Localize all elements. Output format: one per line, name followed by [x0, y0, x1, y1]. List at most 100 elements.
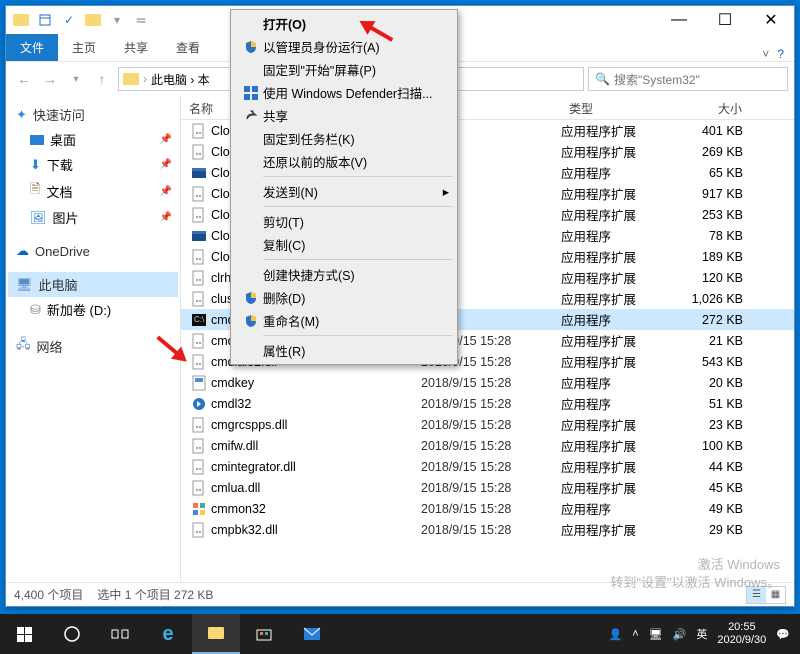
- sidebar-documents[interactable]: 🗎文档📌: [8, 177, 178, 205]
- cm-delete[interactable]: 删除(D): [233, 286, 455, 309]
- cm-open[interactable]: 打开(O): [233, 12, 455, 35]
- file-icon: [191, 291, 207, 307]
- qat-more[interactable]: ＝: [130, 9, 152, 31]
- cm-share[interactable]: 共享: [233, 104, 455, 127]
- tray-ime[interactable]: 英: [696, 626, 707, 642]
- file-type: 应用程序扩展: [561, 352, 671, 371]
- file-icon: [191, 438, 207, 454]
- file-type: 应用程序: [561, 226, 671, 245]
- cm-cut[interactable]: 剪切(T): [233, 210, 455, 233]
- file-type: 应用程序扩展: [561, 457, 671, 476]
- file-size: 253 KB: [671, 208, 751, 222]
- sidebar-desktop[interactable]: 桌面📌: [8, 127, 178, 152]
- nav-back[interactable]: ←: [12, 67, 36, 91]
- tab-home[interactable]: 主页: [58, 34, 110, 61]
- cm-properties[interactable]: 属性(R): [233, 339, 455, 362]
- file-row[interactable]: cmifw.dll2018/9/15 15:28应用程序扩展100 KB: [181, 435, 794, 456]
- cm-pin-start[interactable]: 固定到"开始"屏幕(P): [233, 58, 455, 81]
- help-icon[interactable]: ?: [777, 47, 784, 61]
- tab-view[interactable]: 查看: [162, 34, 214, 61]
- file-icon: [191, 501, 207, 517]
- cortana-button[interactable]: [48, 614, 96, 654]
- file-size: 51 KB: [671, 397, 751, 411]
- file-row[interactable]: cmlua.dll2018/9/15 15:28应用程序扩展45 KB: [181, 477, 794, 498]
- explorer-button[interactable]: [192, 614, 240, 654]
- sidebar-onedrive[interactable]: ☁OneDrive: [8, 240, 178, 262]
- maximize-button[interactable]: ☐: [702, 6, 748, 34]
- windows-icon: [17, 627, 32, 642]
- file-row[interactable]: cmgrcspps.dll2018/9/15 15:28应用程序扩展23 KB: [181, 414, 794, 435]
- file-size: 120 KB: [671, 271, 751, 285]
- col-type[interactable]: 类型: [561, 96, 671, 119]
- sidebar-quick-access[interactable]: ✦快速访问: [8, 102, 178, 127]
- qat-new-folder[interactable]: [82, 9, 104, 31]
- file-row[interactable]: cmdkey2018/9/15 15:28应用程序20 KB: [181, 372, 794, 393]
- file-type: 应用程序: [561, 373, 671, 392]
- col-size[interactable]: 大小: [671, 96, 751, 119]
- sidebar-pictures[interactable]: 🖼图片📌: [8, 205, 178, 230]
- file-icon: [191, 522, 207, 538]
- start-button[interactable]: [0, 614, 48, 654]
- taskbar-clock[interactable]: 20:55 2020/9/30: [717, 621, 766, 647]
- edge-button[interactable]: e: [144, 614, 192, 654]
- tab-file[interactable]: 文件: [6, 34, 58, 61]
- search-input[interactable]: 🔍 搜索"System32": [588, 67, 788, 91]
- file-row[interactable]: cmpbk32.dll2018/9/15 15:28应用程序扩展29 KB: [181, 519, 794, 540]
- cm-defender[interactable]: 使用 Windows Defender扫描...: [233, 81, 455, 104]
- minimize-button[interactable]: —: [656, 6, 702, 34]
- sidebar-thispc[interactable]: 🖥此电脑: [8, 272, 178, 297]
- search-icon: 🔍: [595, 72, 610, 86]
- folder-icon: [208, 627, 224, 639]
- file-size: 100 KB: [671, 439, 751, 453]
- file-row[interactable]: cmmon322018/9/15 15:28应用程序49 KB: [181, 498, 794, 519]
- cm-restore[interactable]: 还原以前的版本(V): [233, 150, 455, 173]
- store-button[interactable]: [240, 614, 288, 654]
- address-path: 此电脑 › 本: [151, 71, 210, 88]
- ribbon-chevron-icon[interactable]: ˅: [762, 47, 769, 61]
- file-row[interactable]: cmdl322018/9/15 15:28应用程序51 KB: [181, 393, 794, 414]
- nav-up[interactable]: ↑: [90, 67, 114, 91]
- close-button[interactable]: ✕: [748, 6, 794, 34]
- file-icon: [191, 207, 207, 223]
- qat-check[interactable]: ✓: [58, 9, 80, 31]
- file-size: 401 KB: [671, 124, 751, 138]
- taskview-button[interactable]: [96, 614, 144, 654]
- qat-props[interactable]: [34, 9, 56, 31]
- nav-recent[interactable]: ▾: [64, 67, 88, 91]
- cm-sendto[interactable]: 发送到(N)▸: [233, 180, 455, 203]
- file-size: 189 KB: [671, 250, 751, 264]
- file-size: 1,026 KB: [671, 292, 751, 306]
- tab-share[interactable]: 共享: [110, 34, 162, 61]
- file-icon: [191, 123, 207, 139]
- file-icon: [191, 249, 207, 265]
- folder-icon: [123, 73, 139, 85]
- file-row[interactable]: cmintegrator.dll2018/9/15 15:28应用程序扩展44 …: [181, 456, 794, 477]
- cm-rename[interactable]: 重命名(M): [233, 309, 455, 332]
- file-icon: [191, 165, 207, 181]
- file-date: 2018/9/15 15:28: [421, 481, 561, 495]
- taskbar: e 👤 ˄ 🖥 🔊 英 20:55 2020/9/30 💬: [0, 614, 800, 654]
- sidebar-newvol[interactable]: ⛁新加卷 (D:): [8, 297, 178, 322]
- file-type: 应用程序扩展: [561, 415, 671, 434]
- tray-chevron-icon[interactable]: ˄: [632, 628, 638, 640]
- tray-people-icon[interactable]: 👤: [609, 628, 623, 641]
- mail-button[interactable]: [288, 614, 336, 654]
- cm-runas[interactable]: 以管理员身份运行(A): [233, 35, 455, 58]
- cm-shortcut[interactable]: 创建快捷方式(S): [233, 263, 455, 286]
- cm-copy[interactable]: 复制(C): [233, 233, 455, 256]
- file-type: 应用程序扩展: [561, 331, 671, 350]
- file-icon: [191, 333, 207, 349]
- file-icon: [191, 417, 207, 433]
- cm-pin-taskbar[interactable]: 固定到任务栏(K): [233, 127, 455, 150]
- nav-fwd[interactable]: →: [38, 67, 62, 91]
- share-icon: [239, 109, 263, 123]
- tray-notifications-icon[interactable]: 💬: [776, 628, 790, 641]
- tray-volume-icon[interactable]: 🔊: [673, 628, 687, 641]
- tray-network-icon[interactable]: 🖥: [649, 628, 663, 641]
- file-date: 2018/9/15 15:28: [421, 460, 561, 474]
- file-size: 272 KB: [671, 313, 751, 327]
- file-type: 应用程序: [561, 163, 671, 182]
- file-date: 2018/9/15 15:28: [421, 397, 561, 411]
- chevron-right-icon: ▸: [443, 184, 449, 199]
- sidebar-downloads[interactable]: ⬇下载📌: [8, 152, 178, 177]
